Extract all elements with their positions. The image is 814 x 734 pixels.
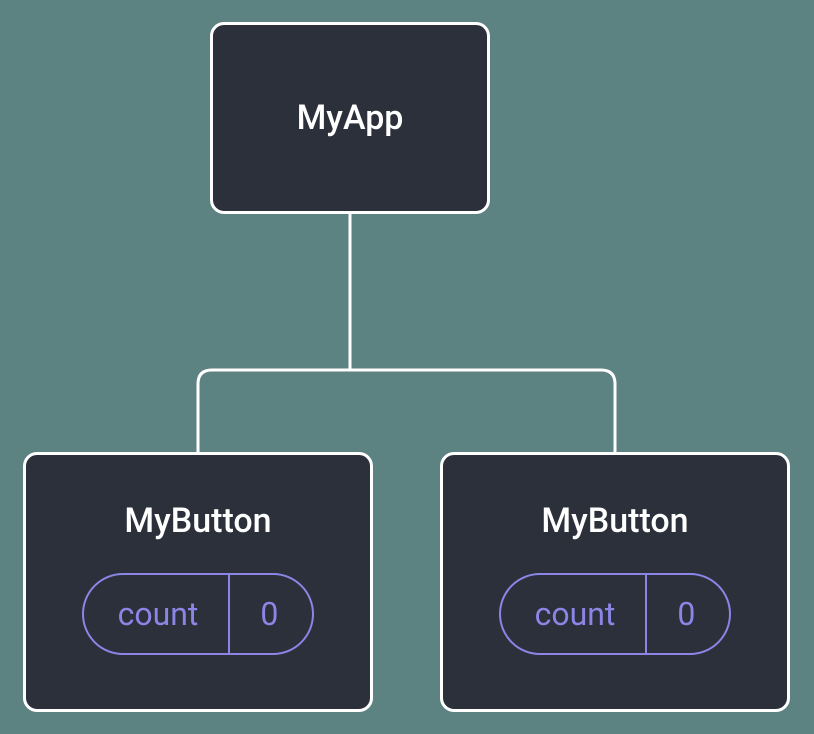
child-node-left: MyButton count 0 [23,452,373,712]
child-node-right: MyButton count 0 [440,452,790,712]
state-value-right: 0 [647,575,729,653]
root-node: MyApp [210,22,490,214]
state-value-left: 0 [230,575,312,653]
child-node-left-label: MyButton [124,501,271,541]
state-pill-right: count 0 [499,573,732,655]
state-name-right: count [501,575,648,653]
root-node-label: MyApp [297,98,404,138]
child-node-right-label: MyButton [541,501,688,541]
state-pill-left: count 0 [82,573,315,655]
state-name-left: count [84,575,231,653]
